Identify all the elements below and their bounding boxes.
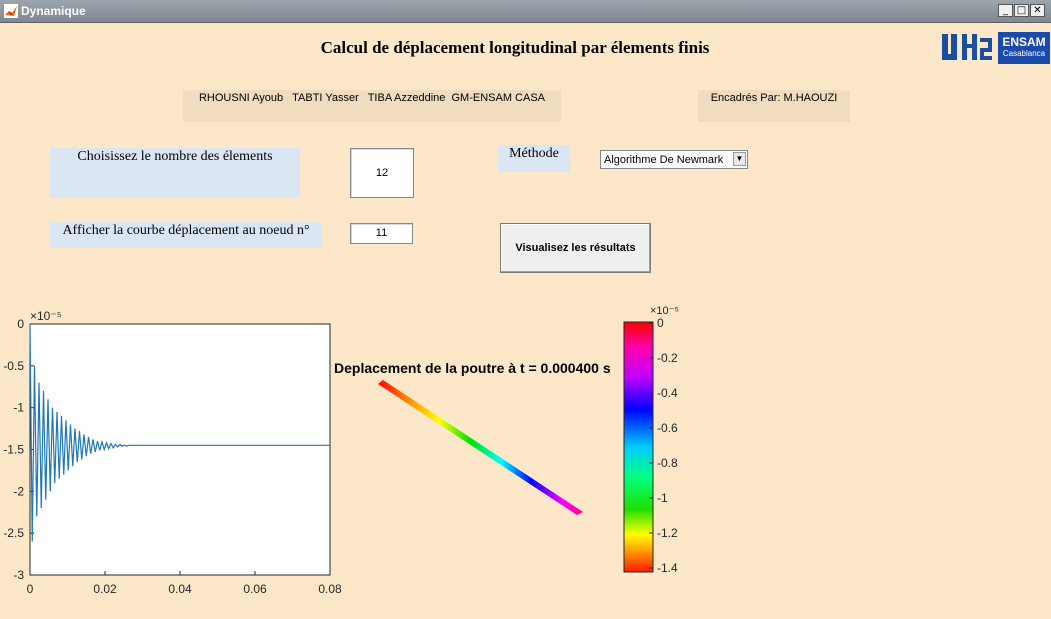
colorbar: 0 -0.2 -0.4 -0.6 -0.8 -1 -1.2 -1.4 ×10⁻⁵	[623, 305, 679, 575]
authors-text: RHOUSNI Ayoub TABTI Yasser TIBA Azzeddin…	[198, 92, 546, 104]
colorbar-tick-label: -1	[657, 491, 668, 505]
ensam-logo: ENSAM Casablanca	[998, 32, 1050, 64]
matlab-icon	[4, 4, 18, 18]
colorbar-tick-label: -0.8	[657, 456, 678, 470]
plot-x-tick-label: 0.04	[168, 582, 192, 596]
beam-plot	[378, 380, 583, 515]
plot-axes-box	[29, 323, 331, 576]
chevron-down-icon[interactable]: ▼	[733, 152, 746, 166]
supervisor-panel: Encadrés Par: M.HAOUZI	[698, 90, 850, 122]
authors-panel: RHOUSNI Ayoub TABTI Yasser TIBA Azzeddin…	[183, 90, 561, 122]
method-label-panel: Méthode	[498, 145, 570, 172]
window-title: Dynamique	[21, 4, 86, 18]
node-label-panel: Afficher la courbe déplacement au noeud …	[50, 222, 322, 248]
colorbar-tick-label: 0	[657, 316, 664, 330]
window-titlebar: Dynamique _ □ ✕	[0, 0, 1051, 23]
colorbar-gradient	[623, 321, 654, 573]
method-select-value: Algorithme De Newmark	[604, 154, 724, 166]
ensam-logo-subtitle: Casablanca	[1002, 49, 1046, 58]
page-title: Calcul de déplacement longitudinal par é…	[320, 38, 710, 57]
plot-y-tick-label: -1	[13, 401, 24, 415]
plot-y-tick-label: -2.5	[3, 526, 24, 540]
elements-label-panel: Choisissez le nombre des élements	[50, 148, 300, 198]
colorbar-tick-label: -0.2	[657, 351, 678, 365]
visualize-results-button[interactable]: Visualisez les résultats	[500, 223, 651, 273]
plot-x-tick-label: 0.02	[93, 582, 117, 596]
plot-x-tick-label: 0	[27, 582, 34, 596]
plot-y-tick-label: 0	[17, 317, 24, 331]
elements-count-input[interactable]: 12	[350, 148, 414, 198]
colorbar-tick-label: -0.6	[657, 421, 678, 435]
elements-label: Choisissez le nombre des élements	[77, 149, 273, 164]
displacement-plot: 0 -0.5 -1 -1.5 -2 -2.5 -3 0 0.02 0.04 0.06 0.08 ×1…	[3, 309, 342, 596]
colorbar-tick-label: -1.2	[657, 526, 678, 540]
plot-y-tick-label: -3	[13, 568, 24, 582]
ensam-logo-title: ENSAM	[1002, 35, 1046, 49]
method-label: Méthode	[509, 146, 559, 161]
plot-exponent-label: ×10⁻⁵	[30, 309, 62, 323]
colorbar-tick-label: -1.4	[657, 561, 678, 575]
plot-x-tick-label: 0.08	[318, 582, 342, 596]
node-label: Afficher la courbe déplacement au noeud …	[62, 223, 310, 238]
beam-shape	[378, 380, 583, 515]
plot-x-tick-label: 0.06	[243, 582, 267, 596]
plot-y-tick-label: -2	[13, 484, 24, 498]
minimize-button[interactable]: _	[998, 4, 1013, 17]
close-button[interactable]: ✕	[1030, 4, 1045, 17]
colorbar-tick-label: -0.4	[657, 386, 678, 400]
plot-y-tick-label: -1.5	[3, 443, 24, 457]
method-select[interactable]: Algorithme De Newmark ▼	[600, 150, 748, 169]
uh2-logo	[940, 32, 994, 64]
supervisor-text: Encadrés Par: M.HAOUZI	[710, 92, 838, 104]
node-number-input[interactable]: 11	[350, 223, 413, 244]
colorbar-exponent-label: ×10⁻⁵	[650, 305, 679, 317]
beam-title: Deplacement de la poutre à t = 0.000400 …	[334, 360, 611, 376]
maximize-button[interactable]: □	[1014, 4, 1029, 17]
plot-y-tick-label: -0.5	[3, 359, 24, 373]
